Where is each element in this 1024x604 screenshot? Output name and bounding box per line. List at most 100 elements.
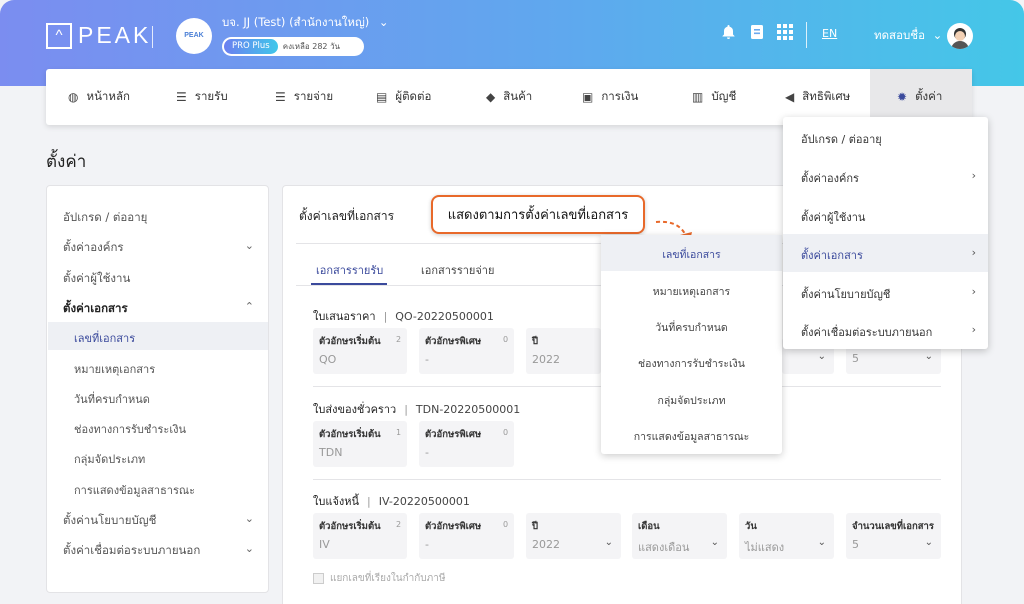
income-list-icon: ☰ [176, 90, 187, 104]
chevron-down-icon[interactable]: ⌄ [245, 512, 254, 525]
sidebar-item-upgrade[interactable]: อัปเกรด / ต่ออายุ [63, 209, 147, 227]
dropdown-item-org[interactable]: ตั้งค่าองค์กร [801, 169, 859, 187]
field-value: - [425, 353, 429, 366]
bell-icon[interactable] [721, 24, 736, 44]
page-title: ตั้งค่า [46, 152, 87, 172]
nav-label: รายจ่าย [293, 89, 334, 103]
annotation-callout: แสดงตามการตั้งค่าเลขที่เอกสาร [431, 195, 645, 234]
tab-expense-docs[interactable]: เอกสารรายจ่าย [421, 261, 494, 279]
org-switcher[interactable]: บจ. JJ (Test) (สำนักงานใหญ่) ⌄ [222, 14, 389, 32]
nav-accounting[interactable]: ▥ บัญชี [692, 69, 736, 125]
separate-tax-invoice-checkbox[interactable]: แยกเลขที่เรียงในกำกับภาษี [313, 571, 445, 586]
field-value: ไม่แสดง [745, 541, 785, 554]
org-name: บจ. JJ (Test) (สำนักงานใหญ่) [222, 15, 370, 29]
chevron-down-icon[interactable]: ⌄ [245, 239, 254, 252]
special-char-field[interactable]: ตัวอักษรพิเศษ 0 - [419, 328, 514, 374]
org-avatar[interactable]: PEAK [176, 18, 212, 54]
user-avatar[interactable] [947, 23, 973, 49]
expense-list-icon: ☰ [275, 90, 286, 104]
tab-income-docs[interactable]: เอกสารรายรับ [316, 261, 383, 279]
sidebar-item-user[interactable]: ตั้งค่าผู้ใช้งาน [63, 270, 130, 288]
dropdown-item-upgrade[interactable]: อัปเกรด / ต่ออายุ [801, 130, 882, 148]
field-label: ตัวอักษรเริ่มต้น [319, 429, 381, 440]
apps-grid-icon[interactable] [777, 24, 793, 44]
sidebar-sub-payment-channel[interactable]: ช่องทางการรับชำระเงิน [74, 420, 186, 438]
language-toggle[interactable]: EN [822, 27, 837, 40]
year-select[interactable]: ปี 2022 ⌄ [526, 513, 621, 559]
nav-dashboard[interactable]: ◍ หน้าหลัก [68, 69, 130, 125]
field-label: วัน [745, 521, 757, 532]
field-label: ตัวอักษรพิเศษ [425, 336, 482, 347]
nav-label: สิทธิพิเศษ [802, 89, 851, 103]
app-frame: ^ PEAK PEAK บจ. JJ (Test) (สำนักงานใหญ่) … [0, 0, 1024, 604]
submenu-item-due-date[interactable]: วันที่ครบกำหนด [601, 319, 782, 336]
nav-income[interactable]: ☰ รายรับ [176, 69, 228, 125]
settings-dropdown: อัปเกรด / ต่ออายุ ตั้งค่าองค์กร › ตั้งค่… [783, 117, 988, 349]
sidebar-item-policy[interactable]: ตั้งค่านโยบายบัญชี [63, 512, 156, 530]
special-char-field[interactable]: ตัวอักษรพิเศษ 0 - [419, 421, 514, 467]
field-label: ตัวอักษรพิเศษ [425, 521, 482, 532]
submenu-item-public-display[interactable]: การแสดงข้อมูลสาธารณะ [601, 428, 782, 445]
sidebar-sub-doc-number[interactable]: เลขที่เอกสาร [74, 329, 135, 347]
section-code: TDN-20220500001 [415, 403, 521, 416]
sidebar-sub-category-group[interactable]: กลุ่มจัดประเภท [74, 450, 145, 468]
char-count: 0 [503, 335, 509, 344]
year-select[interactable]: ปี 2022 [526, 328, 601, 374]
dashboard-icon: ◍ [68, 90, 79, 104]
day-select[interactable]: วันไม่แสดง ⌄ [739, 513, 834, 559]
submenu-item-category-group[interactable]: กลุ่มจัดประเภท [601, 392, 782, 409]
section-invoice: ใบแจ้งหนี้ | IV-20220500001 [313, 495, 470, 508]
book-icon: ▥ [692, 90, 704, 104]
chevron-down-icon[interactable]: ⌄ [245, 542, 254, 555]
submenu-item-doc-note[interactable]: หมายเหตุเอกสาร [601, 283, 782, 300]
document-icon[interactable] [750, 24, 764, 44]
sidebar-sub-doc-note[interactable]: หมายเหตุเอกสาร [74, 360, 155, 378]
section-quotation: ใบเสนอราคา | QO-20220500001 [313, 310, 494, 323]
count-select[interactable]: จำนวนเลขที่เอกสาร 5 ⌄ [846, 513, 941, 559]
month-select[interactable]: เดือน แสดงเดือน ⌄ [632, 513, 727, 559]
nav-label: การเงิน [601, 89, 639, 103]
field-label: ตัวอักษรพิเศษ [425, 429, 482, 440]
nav-products[interactable]: ◆ สินค้า [486, 69, 532, 125]
plan-pill[interactable]: PRO Plus คงเหลือ 282 วัน [222, 37, 364, 56]
chevron-down-icon: ⌄ [924, 537, 933, 548]
dropdown-item-docs[interactable]: ตั้งค่าเอกสาร [801, 246, 863, 264]
prefix-field[interactable]: ตัวอักษรเริ่มต้น 2 IV [313, 513, 407, 559]
sidebar-sub-public-display[interactable]: การแสดงข้อมูลสาธารณะ [74, 481, 195, 499]
special-char-field[interactable]: ตัวอักษรพิเศษ 0 - [419, 513, 514, 559]
sidebar-sub-due-date[interactable]: วันที่ครบกำหนด [74, 390, 150, 408]
chevron-right-icon: › [971, 323, 976, 336]
remaining-days: คงเหลือ 282 วัน [282, 42, 341, 51]
nav-label: บัญชี [711, 89, 737, 103]
chevron-right-icon: › [971, 285, 976, 298]
sidebar-item-docs[interactable]: ตั้งค่าเอกสาร [63, 300, 128, 318]
plan-badge: PRO Plus [224, 39, 278, 54]
dropdown-item-external[interactable]: ตั้งค่าเชื่อมต่อระบบภายนอก [801, 323, 932, 341]
field-value: - [425, 538, 429, 551]
field-label: จำนวนเลขที่เอกสาร [852, 521, 934, 532]
field-value: แสดงเดือน [638, 541, 690, 554]
nav-contacts[interactable]: ▤ ผู้ติดต่อ [376, 69, 431, 125]
checkbox-box[interactable] [313, 572, 324, 584]
logo-mark-icon: ^ [46, 22, 72, 49]
prefix-field[interactable]: ตัวอักษรเริ่มต้น 1 TDN [313, 421, 407, 467]
prefix-field[interactable]: ตัวอักษรเริ่มต้น 2 QO [313, 328, 407, 374]
dropdown-item-policy[interactable]: ตั้งค่านโยบายบัญชี [801, 285, 890, 303]
submenu-item-doc-number[interactable]: เลขที่เอกสาร [601, 246, 782, 263]
sidebar-item-external[interactable]: ตั้งค่าเชื่อมต่อระบบภายนอก [63, 542, 200, 560]
user-menu[interactable]: ทดสอบชื่อ ⌄ [874, 27, 942, 45]
nav-finance[interactable]: ▣ การเงิน [582, 69, 638, 125]
submenu-item-payment-channel[interactable]: ช่องทางการรับชำระเงิน [601, 355, 782, 372]
field-label: ตัวอักษรเริ่มต้น [319, 521, 381, 532]
nav-label: หน้าหลัก [86, 89, 130, 103]
chevron-down-icon: ⌄ [817, 537, 826, 548]
gear-icon: ✹ [897, 90, 908, 104]
chevron-up-icon[interactable]: ⌃ [245, 300, 254, 313]
peak-logo[interactable]: ^ PEAK [46, 22, 151, 49]
sidebar-item-org[interactable]: ตั้งค่าองค์กร [63, 239, 253, 257]
dropdown-item-user[interactable]: ตั้งค่าผู้ใช้งาน [801, 208, 865, 226]
box-icon: ◆ [486, 90, 496, 104]
chevron-down-icon: ⌄ [710, 537, 719, 548]
section-code: QO-20220500001 [395, 310, 494, 323]
nav-expense[interactable]: ☰ รายจ่าย [275, 69, 333, 125]
